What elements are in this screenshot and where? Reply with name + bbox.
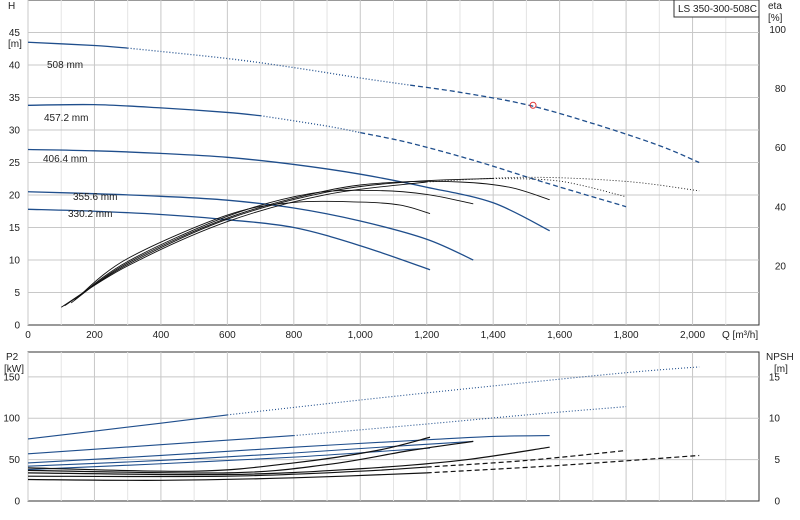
chart-title: LS 350-300-508C	[678, 4, 757, 15]
y-tick-label-eta: 20	[775, 261, 787, 272]
y-tick-label-head: 30	[9, 126, 21, 137]
diameter-label: 457.2 mm	[44, 113, 88, 124]
y-tick-label-head: 10	[9, 256, 21, 267]
x-tick-label: 200	[86, 330, 103, 341]
y-tick-label-head: 15	[9, 223, 21, 234]
x-tick-label: 400	[153, 330, 170, 341]
bottom-ylabel-right-2: [m]	[774, 364, 788, 375]
y-tick-label-npsh: 0	[774, 497, 780, 508]
head-curve-solid	[27, 41, 128, 49]
top-ylabel-left-2: [m]	[8, 39, 22, 50]
y-tick-label-power: 100	[3, 414, 20, 425]
y-tick-label-eta: 40	[775, 202, 787, 213]
bottom-ylabel-left-2: [kW]	[4, 364, 24, 375]
top-xlabel: Q [m³/h]	[722, 330, 758, 341]
diameter-label: 330.2 mm	[68, 209, 112, 220]
x-tick-label: 1,600	[547, 330, 572, 341]
diameter-labels: 508 mm 457.2 mm 406.4 mm 355.6 mm 330.2 mm	[43, 60, 117, 220]
power-curve-dotted	[227, 366, 700, 416]
curves	[27, 41, 700, 481]
y-tick-label-eta: 80	[775, 84, 787, 95]
y-tick-label-head: 25	[9, 158, 21, 169]
y-tick-label-head: 5	[14, 288, 20, 299]
pump-performance-chart: 0 200 400 600 800 1,000 1,200 1,400 1,600 1,800 2,…	[3, 0, 794, 508]
y-tick-label-npsh: 10	[769, 414, 781, 425]
diameter-label: 508 mm	[47, 60, 83, 71]
efficiency-curve-solid	[77, 200, 431, 298]
top-ylabel-left-1: H	[8, 1, 15, 12]
top-ylabel-right-2: [%]	[768, 13, 783, 24]
y-tick-label-head: 20	[9, 191, 21, 202]
top-ylabel-right-1: eta	[768, 1, 782, 12]
y-tick-label-head: 40	[9, 61, 21, 72]
x-tick-label: 2,000	[680, 330, 705, 341]
bottom-ylabel-left-1: P2	[6, 352, 19, 363]
x-tick-label: 1,000	[348, 330, 373, 341]
x-tick-label: 1,800	[614, 330, 639, 341]
efficiency-curve-solid	[70, 180, 550, 304]
y-tick-label-power: 0	[14, 497, 20, 508]
diameter-label: 406.4 mm	[43, 154, 87, 165]
x-tick-label: 600	[219, 330, 236, 341]
x-tick-label: 1,400	[481, 330, 506, 341]
y-tick-label-npsh: 5	[774, 455, 780, 466]
y-tick-label-head: 35	[9, 93, 21, 104]
head-curve-dashed	[410, 84, 700, 164]
head-curve-dotted	[127, 47, 411, 86]
efficiency-curve-solid	[64, 178, 494, 307]
diameter-label: 355.6 mm	[73, 192, 117, 203]
x-tick-label: 1,200	[414, 330, 439, 341]
bottom-ylabel-right-1: NPSH	[766, 352, 794, 363]
y-tick-label-head: 45	[9, 28, 21, 39]
x-tick-label: 800	[285, 330, 302, 341]
y-tick-label-eta: 60	[775, 143, 787, 154]
y-tick-label-eta: 100	[769, 25, 786, 36]
x-tick-label: 0	[25, 330, 31, 341]
y-tick-label-head: 0	[14, 321, 20, 332]
y-tick-label-power: 50	[9, 455, 21, 466]
